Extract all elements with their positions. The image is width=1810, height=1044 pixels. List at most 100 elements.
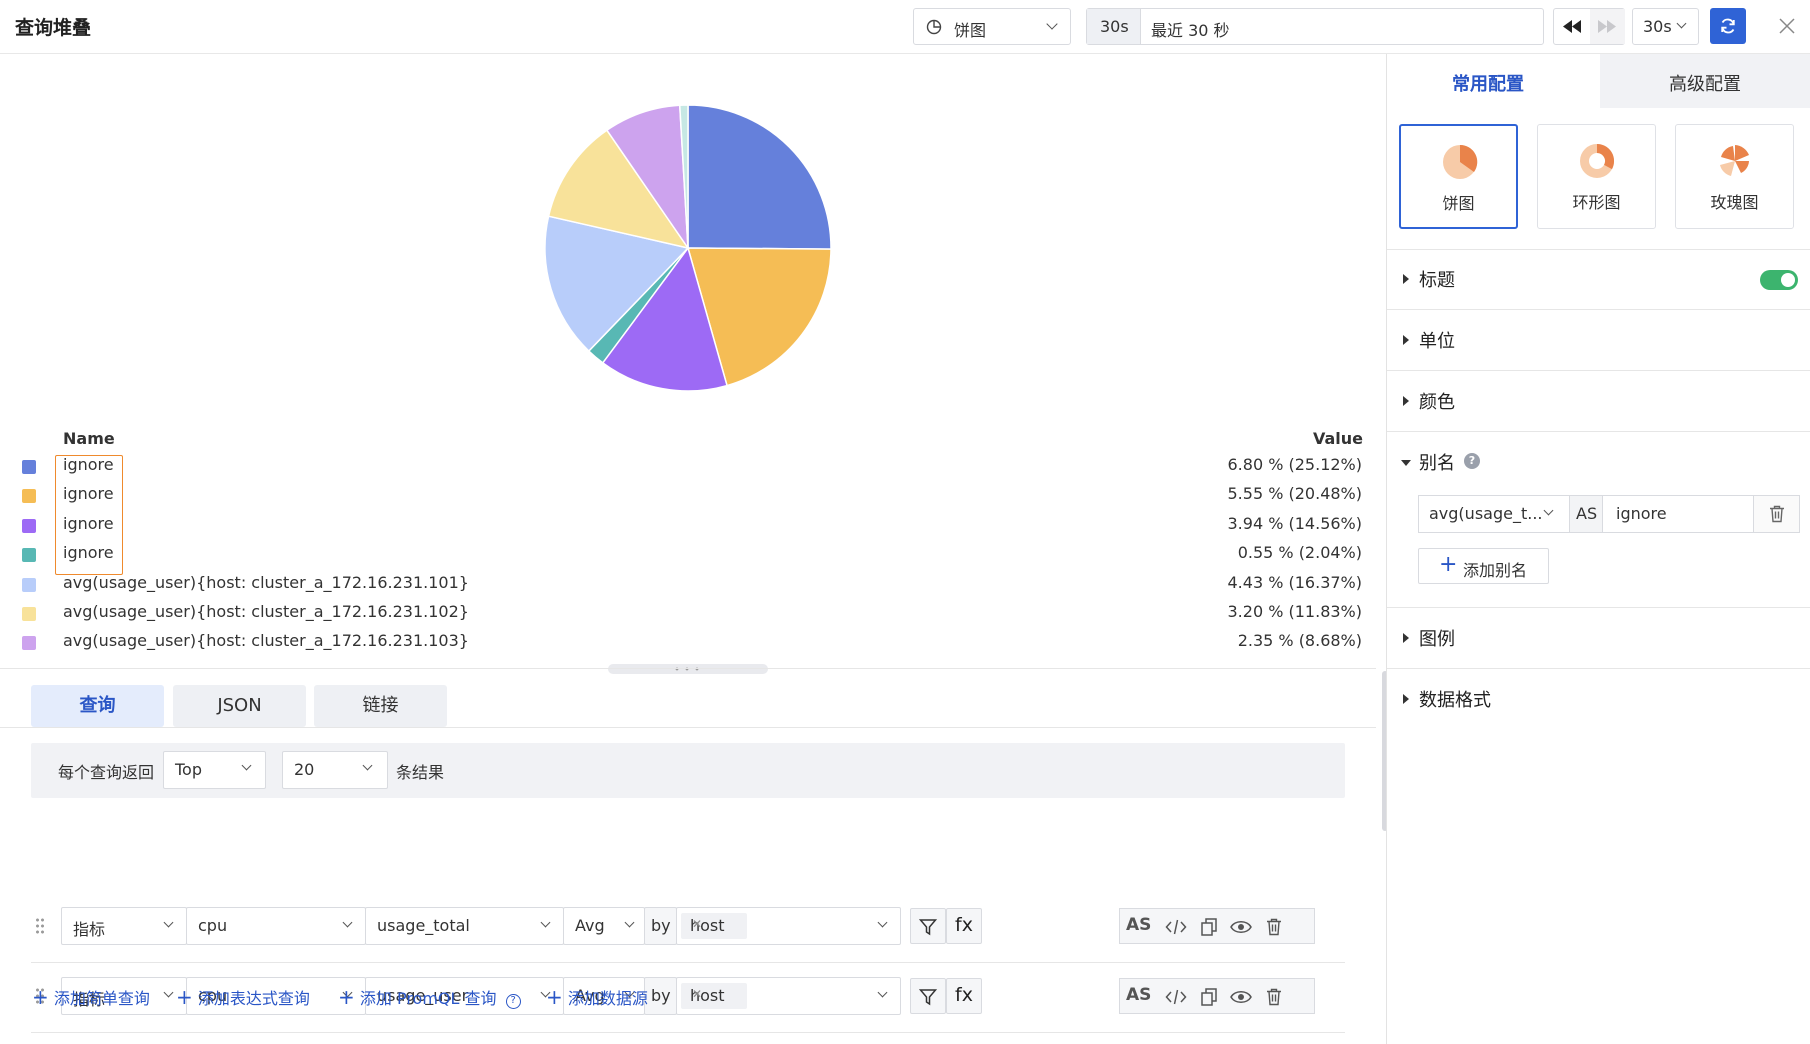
tab-link[interactable]: 链接	[314, 685, 447, 727]
trash-icon[interactable]	[1266, 918, 1282, 936]
chevron-down-icon	[540, 917, 551, 928]
legend-series-name: avg(usage_user){host: cluster_a_172.16.2…	[63, 631, 469, 651]
chevron-down-icon	[241, 760, 252, 771]
pie-slice[interactable]	[687, 104, 832, 250]
code-icon[interactable]	[1165, 918, 1187, 936]
add-expression-query-link[interactable]: + 添加表达式查询	[176, 985, 310, 1009]
step-back-button[interactable]	[1554, 9, 1590, 44]
panel-resize-handle[interactable]	[608, 664, 768, 674]
group-by-select[interactable]: host ✕	[676, 907, 901, 945]
tab-advanced-settings[interactable]: 高级配置	[1600, 54, 1810, 108]
section-unit-label: 单位	[1419, 331, 1455, 352]
section-data-format[interactable]: 数据格式	[1387, 670, 1810, 730]
title-toggle[interactable]	[1760, 270, 1798, 290]
pie-chart-icon	[1443, 144, 1478, 179]
step-forward-button[interactable]	[1590, 9, 1625, 44]
refresh-button[interactable]	[1710, 8, 1746, 44]
chart-type-select[interactable]: 饼图	[913, 8, 1071, 45]
legend-row[interactable]: avg(usage_user){host: cluster_a_172.16.2…	[22, 628, 1362, 657]
fast-forward-icon	[1598, 20, 1616, 33]
section-color[interactable]: 颜色	[1387, 372, 1810, 432]
drag-handle-icon[interactable]	[35, 917, 45, 935]
divider	[0, 668, 1376, 669]
filter-button[interactable]	[910, 978, 946, 1014]
order-select[interactable]: Top	[163, 751, 266, 789]
section-legend[interactable]: 图例	[1387, 609, 1810, 669]
alias-as-button[interactable]: AS	[1126, 915, 1151, 935]
legend-row[interactable]: avg(usage_user){host: cluster_a_172.16.2…	[22, 570, 1362, 599]
chart-option-donut[interactable]: 环形图	[1537, 124, 1656, 229]
filter-button[interactable]	[910, 908, 946, 944]
header-bar: 查询堆叠 饼图 30s 最近 30 秒 30s	[0, 0, 1810, 54]
copy-icon[interactable]	[1201, 988, 1217, 1006]
plus-icon: +	[32, 985, 49, 1009]
group-by-label-box: by	[644, 907, 677, 945]
section-alias-label[interactable]: 别名	[1419, 449, 1455, 475]
add-datasource-label: 添加数据源	[567, 989, 648, 1008]
close-icon[interactable]	[1779, 18, 1795, 34]
time-range-picker[interactable]: 30s 最近 30 秒	[1086, 8, 1544, 45]
legend-row[interactable]: ignore 3.94 % (14.56%)	[22, 511, 1362, 540]
close-icon[interactable]: ✕	[692, 987, 740, 1001]
add-alias-label: 添加别名	[1463, 561, 1528, 580]
alias-input[interactable]: ignore	[1603, 496, 1753, 532]
legend-row[interactable]: avg(usage_user){host: cluster_a_172.16.2…	[22, 599, 1362, 628]
settings-panel: 常用配置 高级配置 饼图 环形图 玫瑰图 标题 单位 颜色 别名 ? avg(u…	[1386, 54, 1810, 1044]
chart-type-value: 饼图	[954, 21, 987, 40]
measurement-select[interactable]: cpu	[186, 907, 366, 945]
help-icon[interactable]: ?	[1464, 453, 1480, 469]
aggregation-select[interactable]: Avg	[563, 907, 645, 945]
legend-swatch	[22, 577, 36, 592]
limit-select[interactable]: 20	[282, 751, 388, 789]
trash-icon[interactable]	[1266, 988, 1282, 1006]
alias-input-value: ignore	[1616, 504, 1667, 523]
add-promql-query-link[interactable]: + 添加 PromQL 查询 ?	[338, 985, 521, 1009]
caret-right-icon	[1403, 396, 1409, 406]
query-type-select[interactable]: 指标	[61, 907, 187, 945]
legend-series-value: 6.80 % (25.12%)	[1227, 455, 1363, 474]
alias-series-select[interactable]: avg(usage_t...	[1419, 496, 1570, 532]
legend-row[interactable]: ignore 6.80 % (25.12%)	[22, 452, 1362, 481]
aggregation-value: Avg	[575, 916, 605, 935]
eye-icon[interactable]	[1230, 990, 1252, 1004]
close-icon[interactable]: ✕	[692, 917, 740, 931]
chevron-down-icon	[362, 760, 373, 771]
page-title: 查询堆叠	[15, 17, 92, 39]
add-alias-button[interactable]: + 添加别名	[1418, 548, 1549, 584]
legend-row[interactable]: ignore 5.55 % (20.48%)	[22, 481, 1362, 510]
add-datasource-link[interactable]: + 添加数据源	[546, 985, 648, 1009]
code-icon[interactable]	[1165, 988, 1187, 1006]
legend-series-value: 0.55 % (2.04%)	[1237, 543, 1362, 563]
eye-icon[interactable]	[1230, 920, 1252, 934]
legend-row[interactable]: ignore 0.55 % (2.04%)	[22, 540, 1362, 569]
legend-swatch	[22, 489, 36, 504]
alias-delete-button[interactable]	[1753, 496, 1799, 532]
function-button[interactable]: fx	[946, 908, 982, 944]
chart-option-pie-label: 饼图	[1442, 194, 1475, 213]
group-by-label: by	[651, 986, 671, 1005]
section-alias: 别名 ? avg(usage_t... AS ignore + 添加别名	[1387, 433, 1810, 608]
function-button[interactable]: fx	[946, 978, 982, 1014]
group-by-select[interactable]: host ✕	[676, 977, 901, 1015]
measurement-value: cpu	[198, 916, 228, 935]
section-title[interactable]: 标题	[1387, 250, 1810, 310]
legend-series-value: 3.20 % (11.83%)	[1227, 602, 1363, 621]
tab-json[interactable]: JSON	[173, 685, 306, 727]
refresh-interval-select[interactable]: 30s	[1632, 8, 1699, 45]
chart-option-pie[interactable]: 饼图	[1399, 124, 1518, 229]
caret-down-icon[interactable]	[1401, 460, 1411, 466]
group-tag-chip: host ✕	[681, 983, 747, 1009]
tab-common-settings[interactable]: 常用配置	[1387, 54, 1600, 108]
section-color-label: 颜色	[1419, 392, 1455, 413]
alias-as-button[interactable]: AS	[1126, 985, 1151, 1005]
copy-icon[interactable]	[1201, 918, 1217, 936]
chart-option-rose[interactable]: 玫瑰图	[1675, 124, 1794, 229]
legend-swatch	[22, 607, 36, 621]
field-select[interactable]: usage_total	[365, 907, 564, 945]
alias-highlight-box	[55, 455, 123, 575]
query-type-value: 指标	[73, 920, 106, 939]
field-value: usage_total	[377, 916, 470, 935]
tab-query[interactable]: 查询	[31, 685, 164, 727]
add-simple-query-link[interactable]: + 添加简单查询	[32, 985, 150, 1009]
section-unit[interactable]: 单位	[1387, 311, 1810, 371]
